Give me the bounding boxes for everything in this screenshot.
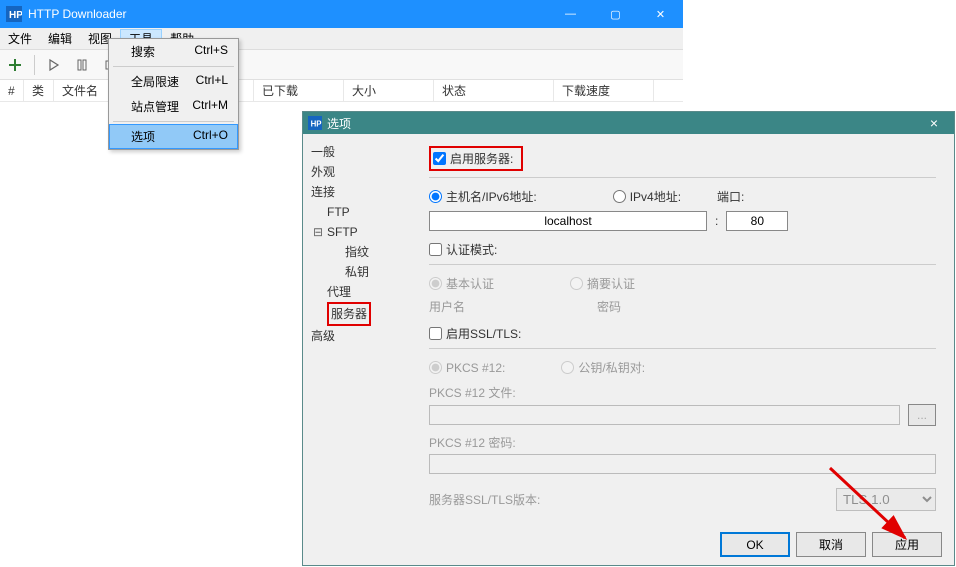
sidebar-connection[interactable]: 连接 bbox=[309, 182, 411, 202]
port-input[interactable] bbox=[726, 211, 788, 231]
dropdown-options[interactable]: 选项Ctrl+O bbox=[109, 124, 238, 149]
col-status[interactable]: 状态 bbox=[434, 80, 554, 101]
keypair-radio: 公钥/私钥对: bbox=[561, 359, 645, 376]
dialog-title: 选项 bbox=[327, 115, 914, 132]
apply-button[interactable]: 应用 bbox=[872, 532, 942, 557]
dialog-titlebar: HP 选项 × bbox=[303, 112, 954, 134]
auth-mode-checkbox[interactable]: 认证模式: bbox=[429, 241, 936, 258]
main-title: HTTP Downloader bbox=[28, 7, 548, 21]
pkcs12-pass-input bbox=[429, 454, 936, 474]
dropdown-speedlimit[interactable]: 全局限速Ctrl+L bbox=[109, 69, 238, 94]
collapse-icon[interactable]: ⊟ bbox=[313, 222, 323, 242]
pkcs12-radio: PKCS #12: bbox=[429, 361, 505, 375]
menu-edit[interactable]: 编辑 bbox=[40, 28, 80, 50]
add-icon[interactable] bbox=[4, 54, 26, 76]
app-icon: HP bbox=[308, 116, 322, 130]
hostname-input[interactable] bbox=[429, 211, 707, 231]
svg-text:HP: HP bbox=[9, 10, 22, 21]
digest-auth-radio: 摘要认证 bbox=[570, 275, 635, 292]
username-label: 用户名 bbox=[429, 298, 589, 315]
dropdown-separator bbox=[113, 66, 234, 67]
sidebar-appearance[interactable]: 外观 bbox=[309, 162, 411, 182]
svg-text:HP: HP bbox=[311, 120, 322, 129]
dialog-footer: OK 取消 应用 bbox=[720, 532, 942, 557]
browse-button: ... bbox=[908, 404, 936, 426]
play-icon[interactable] bbox=[43, 54, 65, 76]
menu-file[interactable]: 文件 bbox=[0, 28, 40, 50]
sidebar-fingerprint[interactable]: 指纹 bbox=[309, 242, 411, 262]
enable-server-checkbox[interactable]: 启用服务器: bbox=[433, 150, 513, 167]
col-type[interactable]: 类 bbox=[24, 80, 54, 101]
sidebar-privatekey[interactable]: 私钥 bbox=[309, 262, 411, 282]
sidebar-ftp[interactable]: FTP bbox=[309, 202, 411, 222]
ssl-version-label: 服务器SSL/TLS版本: bbox=[429, 491, 828, 508]
options-dialog: HP 选项 × 一般 外观 连接 FTP ⊟SFTP 指纹 私钥 代理 服务器 … bbox=[302, 111, 955, 566]
pkcs12-file-label: PKCS #12 文件: bbox=[429, 384, 936, 401]
cancel-button[interactable]: 取消 bbox=[796, 532, 866, 557]
sidebar-proxy[interactable]: 代理 bbox=[309, 282, 411, 302]
password-label: 密码 bbox=[597, 298, 621, 315]
pause-icon[interactable] bbox=[71, 54, 93, 76]
col-downloaded[interactable]: 已下载 bbox=[254, 80, 344, 101]
app-icon: HP bbox=[6, 6, 22, 22]
sidebar-sftp[interactable]: ⊟SFTP bbox=[309, 222, 411, 242]
col-speed[interactable]: 下载速度 bbox=[554, 80, 654, 101]
options-sidebar: 一般 外观 连接 FTP ⊟SFTP 指纹 私钥 代理 服务器 高级 bbox=[303, 134, 417, 539]
basic-auth-radio: 基本认证 bbox=[429, 275, 494, 292]
port-separator: : bbox=[715, 214, 718, 228]
enable-ssl-checkbox[interactable]: 启用SSL/TLS: bbox=[429, 325, 936, 342]
dropdown-separator bbox=[113, 121, 234, 122]
minimize-button[interactable]: — bbox=[548, 0, 593, 28]
tools-dropdown: 搜索Ctrl+S 全局限速Ctrl+L 站点管理Ctrl+M 选项Ctrl+O bbox=[108, 38, 239, 150]
sidebar-advanced[interactable]: 高级 bbox=[309, 326, 411, 346]
sidebar-server[interactable]: 服务器 bbox=[309, 302, 411, 326]
tls-version-select: TLS 1.0 bbox=[836, 488, 936, 511]
maximize-button[interactable]: ▢ bbox=[593, 0, 638, 28]
dropdown-search[interactable]: 搜索Ctrl+S bbox=[109, 39, 238, 64]
main-titlebar: HP HTTP Downloader — ▢ ✕ bbox=[0, 0, 683, 28]
close-button[interactable]: ✕ bbox=[638, 0, 683, 28]
pkcs12-pass-label: PKCS #12 密码: bbox=[429, 434, 936, 451]
menubar: 文件 编辑 视图 工具 帮助 bbox=[0, 28, 683, 50]
dialog-close-icon[interactable]: × bbox=[914, 115, 954, 131]
column-headers: # 类 文件名 已下载 大小 状态 下载速度 bbox=[0, 80, 683, 102]
sidebar-general[interactable]: 一般 bbox=[309, 142, 411, 162]
col-num[interactable]: # bbox=[0, 80, 24, 101]
hostname-radio[interactable]: 主机名/IPv6地址: bbox=[429, 188, 537, 205]
ipv4-radio[interactable]: IPv4地址: bbox=[613, 188, 681, 205]
ok-button[interactable]: OK bbox=[720, 532, 790, 557]
dropdown-sitemanager[interactable]: 站点管理Ctrl+M bbox=[109, 94, 238, 119]
col-size[interactable]: 大小 bbox=[344, 80, 434, 101]
options-content: 启用服务器: 主机名/IPv6地址: IPv4地址: 端口: : 认证模式: bbox=[417, 134, 954, 539]
toolbar-separator bbox=[34, 55, 35, 75]
port-label: 端口: bbox=[717, 188, 744, 205]
pkcs12-file-input bbox=[429, 405, 900, 425]
toolbar bbox=[0, 50, 683, 80]
